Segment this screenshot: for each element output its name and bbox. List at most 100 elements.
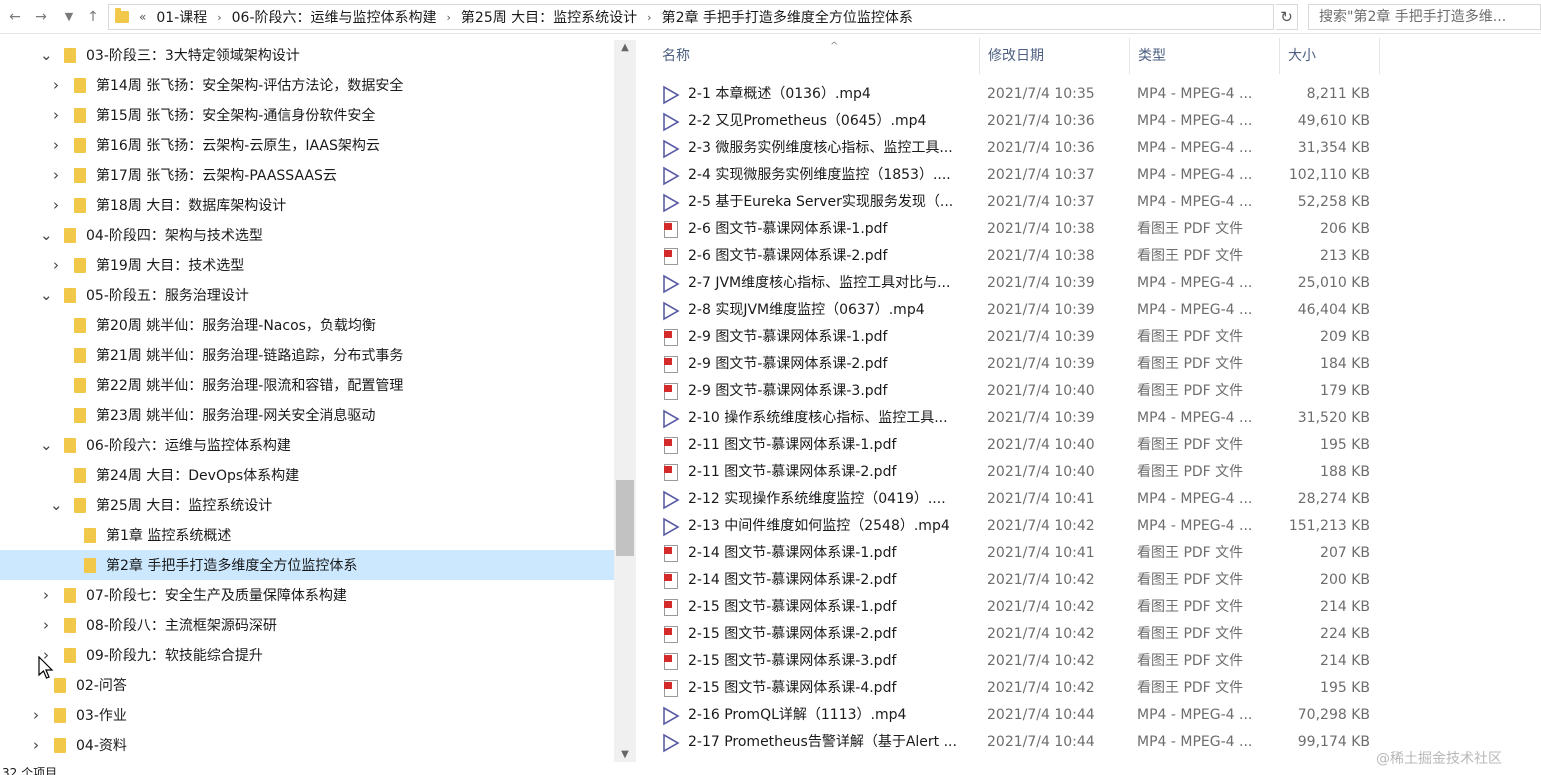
- tree-item[interactable]: › 第19周 大目：技术选型: [0, 250, 614, 280]
- column-header-type[interactable]: 类型: [1130, 38, 1280, 74]
- scroll-down-icon[interactable]: ▼: [614, 749, 636, 760]
- navigation-scrollbar[interactable]: ▲ ▼: [614, 40, 636, 762]
- breadcrumb-separator-icon[interactable]: ›: [217, 11, 221, 24]
- file-row[interactable]: 2-5 基于Eureka Server实现服务发现（... 2021/7/4 10…: [636, 189, 1541, 216]
- tree-item[interactable]: ⌄ 05-阶段五：服务治理设计: [0, 280, 614, 310]
- file-size: 70,298 KB: [1297, 707, 1370, 723]
- address-bar[interactable]: « 01-课程 › 06-阶段六：运维与监控体系构建 › 第25周 大目：监控系…: [108, 4, 1274, 30]
- tree-item[interactable]: ›第21周 姚半仙：服务治理-链路追踪，分布式事务: [0, 340, 614, 370]
- chevron-right-icon[interactable]: ›: [50, 196, 62, 214]
- tree-item-label: 第20周 姚半仙：服务治理-Nacos，负载均衡: [96, 318, 376, 334]
- tree-item[interactable]: › 03-作业: [0, 700, 614, 730]
- back-arrow-icon[interactable]: ←: [4, 5, 26, 29]
- chevron-down-icon[interactable]: ⌄: [40, 288, 53, 303]
- file-row[interactable]: 2-4 实现微服务实例维度监控（1853）.... 2021/7/4 10:37 M…: [636, 162, 1541, 189]
- file-size: 46,404 KB: [1297, 302, 1370, 318]
- tree-item[interactable]: ⌄ 第25周 大目：监控系统设计: [0, 490, 614, 520]
- file-row[interactable]: 2-15 图文节-慕课网体系课-4.pdf 2021/7/4 10:42 看图王 P…: [636, 675, 1541, 702]
- tree-item[interactable]: › 第18周 大目：数据库架构设计: [0, 190, 614, 220]
- file-row[interactable]: 2-10 操作系统维度核心指标、监控工具... 2021/7/4 10:39 MP4…: [636, 405, 1541, 432]
- chevron-down-icon[interactable]: ⌄: [50, 498, 63, 513]
- tree-item[interactable]: › 第16周 张飞扬：云架构-云原生，IAAS架构云: [0, 130, 614, 160]
- file-row[interactable]: 2-8 实现JVM维度监控（0637）.mp4 2021/7/4 10:39 MP4…: [636, 297, 1541, 324]
- file-row[interactable]: 2-2 又见Prometheus（0645）.mp4 2021/7/4 10:36…: [636, 108, 1541, 135]
- tree-item[interactable]: ⌄ 03-阶段三：3大特定领域架构设计: [0, 40, 614, 70]
- file-row[interactable]: 2-11 图文节-慕课网体系课-1.pdf 2021/7/4 10:40 看图王 P…: [636, 432, 1541, 459]
- chevron-right-icon[interactable]: ›: [30, 706, 42, 724]
- chevron-down-icon[interactable]: ⌄: [40, 228, 53, 243]
- chevron-right-icon[interactable]: ›: [50, 256, 62, 274]
- file-size: 214 KB: [1320, 599, 1370, 615]
- tree-item-label: 04-阶段四：架构与技术选型: [86, 228, 263, 244]
- file-row[interactable]: 2-11 图文节-慕课网体系课-2.pdf 2021/7/4 10:40 看图王 P…: [636, 459, 1541, 486]
- tree-item[interactable]: › 04-资料: [0, 730, 614, 760]
- scroll-up-icon[interactable]: ▲: [614, 42, 636, 53]
- refresh-icon[interactable]: ↻: [1276, 4, 1298, 30]
- video-file-icon: [663, 85, 680, 105]
- file-row[interactable]: 2-15 图文节-慕课网体系课-2.pdf 2021/7/4 10:42 看图王 P…: [636, 621, 1541, 648]
- tree-item[interactable]: › 第15周 张飞扬：安全架构-通信身份软件安全: [0, 100, 614, 130]
- tree-item[interactable]: › 09-阶段九：软技能综合提升: [0, 640, 614, 670]
- chevron-right-icon[interactable]: ›: [50, 106, 62, 124]
- breadcrumb-separator-icon[interactable]: ›: [447, 11, 451, 24]
- chevron-right-icon[interactable]: ›: [50, 136, 62, 154]
- video-file-icon: [663, 112, 680, 132]
- scrollbar-thumb[interactable]: [616, 480, 634, 556]
- breadcrumb-item[interactable]: 第25周 大目：监控系统设计: [461, 7, 637, 27]
- file-row[interactable]: 2-9 图文节-慕课网体系课-2.pdf 2021/7/4 10:39 看图王 PD…: [636, 351, 1541, 378]
- breadcrumb-item[interactable]: 01-课程: [156, 7, 207, 27]
- file-row[interactable]: 2-9 图文节-慕课网体系课-3.pdf 2021/7/4 10:40 看图王 PD…: [636, 378, 1541, 405]
- tree-item[interactable]: ›第22周 姚半仙：服务治理-限流和容错，配置管理: [0, 370, 614, 400]
- chevron-right-icon[interactable]: ›: [40, 616, 52, 634]
- up-arrow-icon[interactable]: ↑: [82, 5, 104, 29]
- chevron-right-icon[interactable]: ›: [50, 166, 62, 184]
- search-input[interactable]: 搜索"第2章 手把手打造多维...: [1308, 4, 1541, 30]
- file-row[interactable]: 2-15 图文节-慕课网体系课-3.pdf 2021/7/4 10:42 看图王 P…: [636, 648, 1541, 675]
- file-row[interactable]: 2-3 微服务实例维度核心指标、监控工具... 2021/7/4 10:36 MP4…: [636, 135, 1541, 162]
- pdf-file-icon: [664, 221, 678, 238]
- chevron-right-icon[interactable]: ›: [50, 76, 62, 94]
- column-header-size[interactable]: 大小: [1280, 38, 1380, 74]
- chevron-down-icon[interactable]: ⌄: [40, 48, 53, 63]
- folder-icon: [64, 287, 76, 303]
- chevron-down-icon[interactable]: ⌄: [40, 438, 53, 453]
- file-row[interactable]: 2-1 本章概述（0136）.mp4 2021/7/4 10:35 MP4 - MP…: [636, 81, 1541, 108]
- tree-item[interactable]: ›第20周 姚半仙：服务治理-Nacos，负载均衡: [0, 310, 614, 340]
- breadcrumb-separator-icon[interactable]: ›: [647, 11, 651, 24]
- file-row[interactable]: 2-12 实现操作系统维度监控（0419）.... 2021/7/4 10:41 M…: [636, 486, 1541, 513]
- tree-item[interactable]: ›第24周 大目：DevOps体系构建: [0, 460, 614, 490]
- folder-icon: [84, 527, 96, 543]
- forward-arrow-icon[interactable]: →: [30, 5, 52, 29]
- chevron-right-icon[interactable]: ›: [30, 736, 42, 754]
- tree-item[interactable]: › 第17周 张飞扬：云架构-PAASSAAS云: [0, 160, 614, 190]
- chevron-right-icon[interactable]: ›: [40, 586, 52, 604]
- navigation-pane: ⌄ 03-阶段三：3大特定领域架构设计 › 第14周 张飞扬：安全架构-评估方法论，数…: [0, 40, 614, 762]
- file-name: 2-6 图文节-慕课网体系课-1.pdf: [688, 221, 888, 237]
- tree-item[interactable]: ›第23周 姚半仙：服务治理-网关安全消息驱动: [0, 400, 614, 430]
- breadcrumb-item[interactable]: 06-阶段六：运维与监控体系构建: [232, 7, 437, 27]
- tree-item[interactable]: › 07-阶段七：安全生产及质量保障体系构建: [0, 580, 614, 610]
- tree-item[interactable]: ›第1章 监控系统概述: [0, 520, 614, 550]
- file-row[interactable]: 2-16 PromQL详解（1113）.mp4 2021/7/4 10:44 MP4…: [636, 702, 1541, 729]
- column-header-name[interactable]: ^ 名称: [654, 38, 980, 74]
- tree-item[interactable]: ›02-问答: [0, 670, 614, 700]
- mouse-cursor-icon: [38, 656, 54, 679]
- tree-item[interactable]: ⌄ 04-阶段四：架构与技术选型: [0, 220, 614, 250]
- overflow-chevron-icon[interactable]: «: [139, 10, 146, 24]
- file-row[interactable]: 2-15 图文节-慕课网体系课-1.pdf 2021/7/4 10:42 看图王 P…: [636, 594, 1541, 621]
- file-row[interactable]: 2-14 图文节-慕课网体系课-2.pdf 2021/7/4 10:42 看图王 P…: [636, 567, 1541, 594]
- tree-item[interactable]: ›第2章 手把手打造多维度全方位监控体系: [0, 550, 614, 580]
- breadcrumb-item[interactable]: 第2章 手把手打造多维度全方位监控体系: [662, 7, 913, 27]
- recent-locations-chevron-icon[interactable]: ▼: [58, 5, 80, 29]
- file-name: 2-1 本章概述（0136）.mp4: [688, 86, 871, 102]
- file-row[interactable]: 2-6 图文节-慕课网体系课-1.pdf 2021/7/4 10:38 看图王 PD…: [636, 216, 1541, 243]
- tree-item[interactable]: › 08-阶段八：主流框架源码深研: [0, 610, 614, 640]
- file-row[interactable]: 2-6 图文节-慕课网体系课-2.pdf 2021/7/4 10:38 看图王 PD…: [636, 243, 1541, 270]
- tree-item[interactable]: ⌄ 06-阶段六：运维与监控体系构建: [0, 430, 614, 460]
- tree-item[interactable]: › 第14周 张飞扬：安全架构-评估方法论，数据安全: [0, 70, 614, 100]
- column-header-date[interactable]: 修改日期: [980, 38, 1130, 74]
- file-row[interactable]: 2-7 JVM维度核心指标、监控工具对比与... 2021/7/4 10:39 MP…: [636, 270, 1541, 297]
- file-row[interactable]: 2-14 图文节-慕课网体系课-1.pdf 2021/7/4 10:41 看图王 P…: [636, 540, 1541, 567]
- file-row[interactable]: 2-13 中间件维度如何监控（2548）.mp4 2021/7/4 10:42 MP…: [636, 513, 1541, 540]
- file-row[interactable]: 2-9 图文节-慕课网体系课-1.pdf 2021/7/4 10:39 看图王 PD…: [636, 324, 1541, 351]
